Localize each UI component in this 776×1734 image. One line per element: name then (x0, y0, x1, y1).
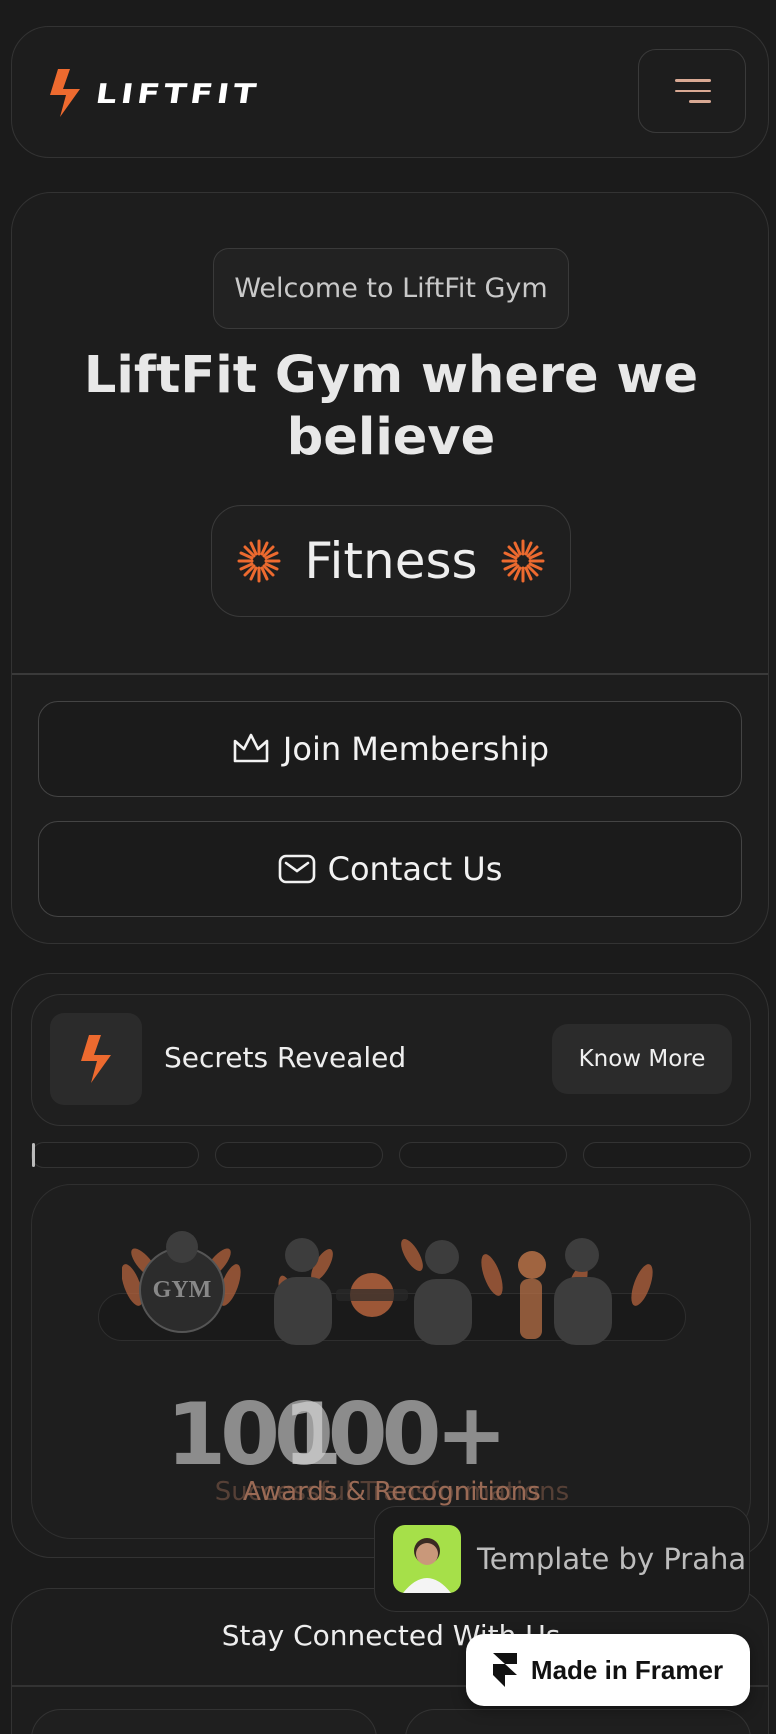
hero-title-line1: LiftFit Gym where we (83, 346, 699, 405)
made-in-framer-badge[interactable]: Made in Framer (466, 1634, 750, 1706)
secrets-title: Secrets Revealed (164, 1041, 407, 1074)
starburst-icon (237, 539, 281, 583)
stats-number: 110000+ (32, 1385, 750, 1485)
social-card[interactable] (405, 1709, 751, 1734)
svg-text:GYM: GYM (153, 1277, 212, 1303)
social-card[interactable] (31, 1709, 377, 1734)
author-avatar (393, 1525, 461, 1593)
carousel-progress-3 (399, 1142, 567, 1168)
lightning-bolt-icon (50, 69, 80, 117)
award-photos-collage: GYM (122, 1231, 653, 1345)
made-in-framer-label: Made in Framer (530, 1654, 724, 1685)
lightning-bolt-icon (81, 1035, 111, 1083)
secrets-row: Secrets Revealed Know More (31, 994, 751, 1126)
hero-title: LiftFit Gym where we believe (12, 345, 768, 469)
stats-label: Awards & Recognitions Successful Transfo… (32, 1477, 750, 1507)
join-membership-label: Join Membership (282, 730, 550, 768)
hamburger-menu-icon (675, 79, 711, 82)
hero-section: Welcome to LiftFit Gym LiftFit Gym where… (11, 192, 769, 944)
join-membership-button[interactable]: Join Membership (38, 701, 742, 797)
brand-name: LIFTFIT (93, 77, 262, 109)
template-by-text: Template by Praha (477, 1542, 747, 1576)
divider (12, 673, 768, 675)
contact-us-button[interactable]: Contact Us (38, 821, 742, 917)
carousel-progress-4 (583, 1142, 751, 1168)
template-by-badge[interactable]: Template by Praha (374, 1506, 750, 1612)
menu-button[interactable] (638, 49, 746, 133)
hamburger-line (675, 89, 711, 93)
secrets-section: Secrets Revealed Know More GYM 110000+ A… (11, 973, 769, 1558)
contact-us-label: Contact Us (327, 850, 503, 888)
rotating-word: Fitness (304, 532, 478, 590)
stats-label-ghost: Successful Transformations (214, 1477, 570, 1507)
hero-title-line2: believe (286, 408, 496, 467)
stats-card: GYM 110000+ Awards & Recognitions Succes… (31, 1184, 751, 1539)
welcome-badge: Welcome to LiftFit Gym (213, 248, 569, 329)
bolt-tile (50, 1013, 142, 1105)
rotating-word-pill: Fitness (211, 505, 571, 617)
crown-icon (233, 733, 269, 763)
envelope-icon (278, 854, 315, 884)
progress-fill (32, 1143, 36, 1167)
person-avatar-icon (403, 1538, 451, 1593)
framer-logo-icon (492, 1653, 517, 1687)
carousel-progress-1 (31, 1142, 199, 1168)
know-more-button[interactable]: Know More (552, 1024, 732, 1094)
carousel-progress-2 (215, 1142, 383, 1168)
starburst-icon (501, 539, 545, 583)
brand-logo[interactable]: LIFTFIT (46, 67, 262, 119)
site-header: LIFTFIT (11, 26, 769, 158)
stats-number-value: 10000+ (166, 1385, 507, 1485)
hamburger-line (689, 100, 711, 103)
